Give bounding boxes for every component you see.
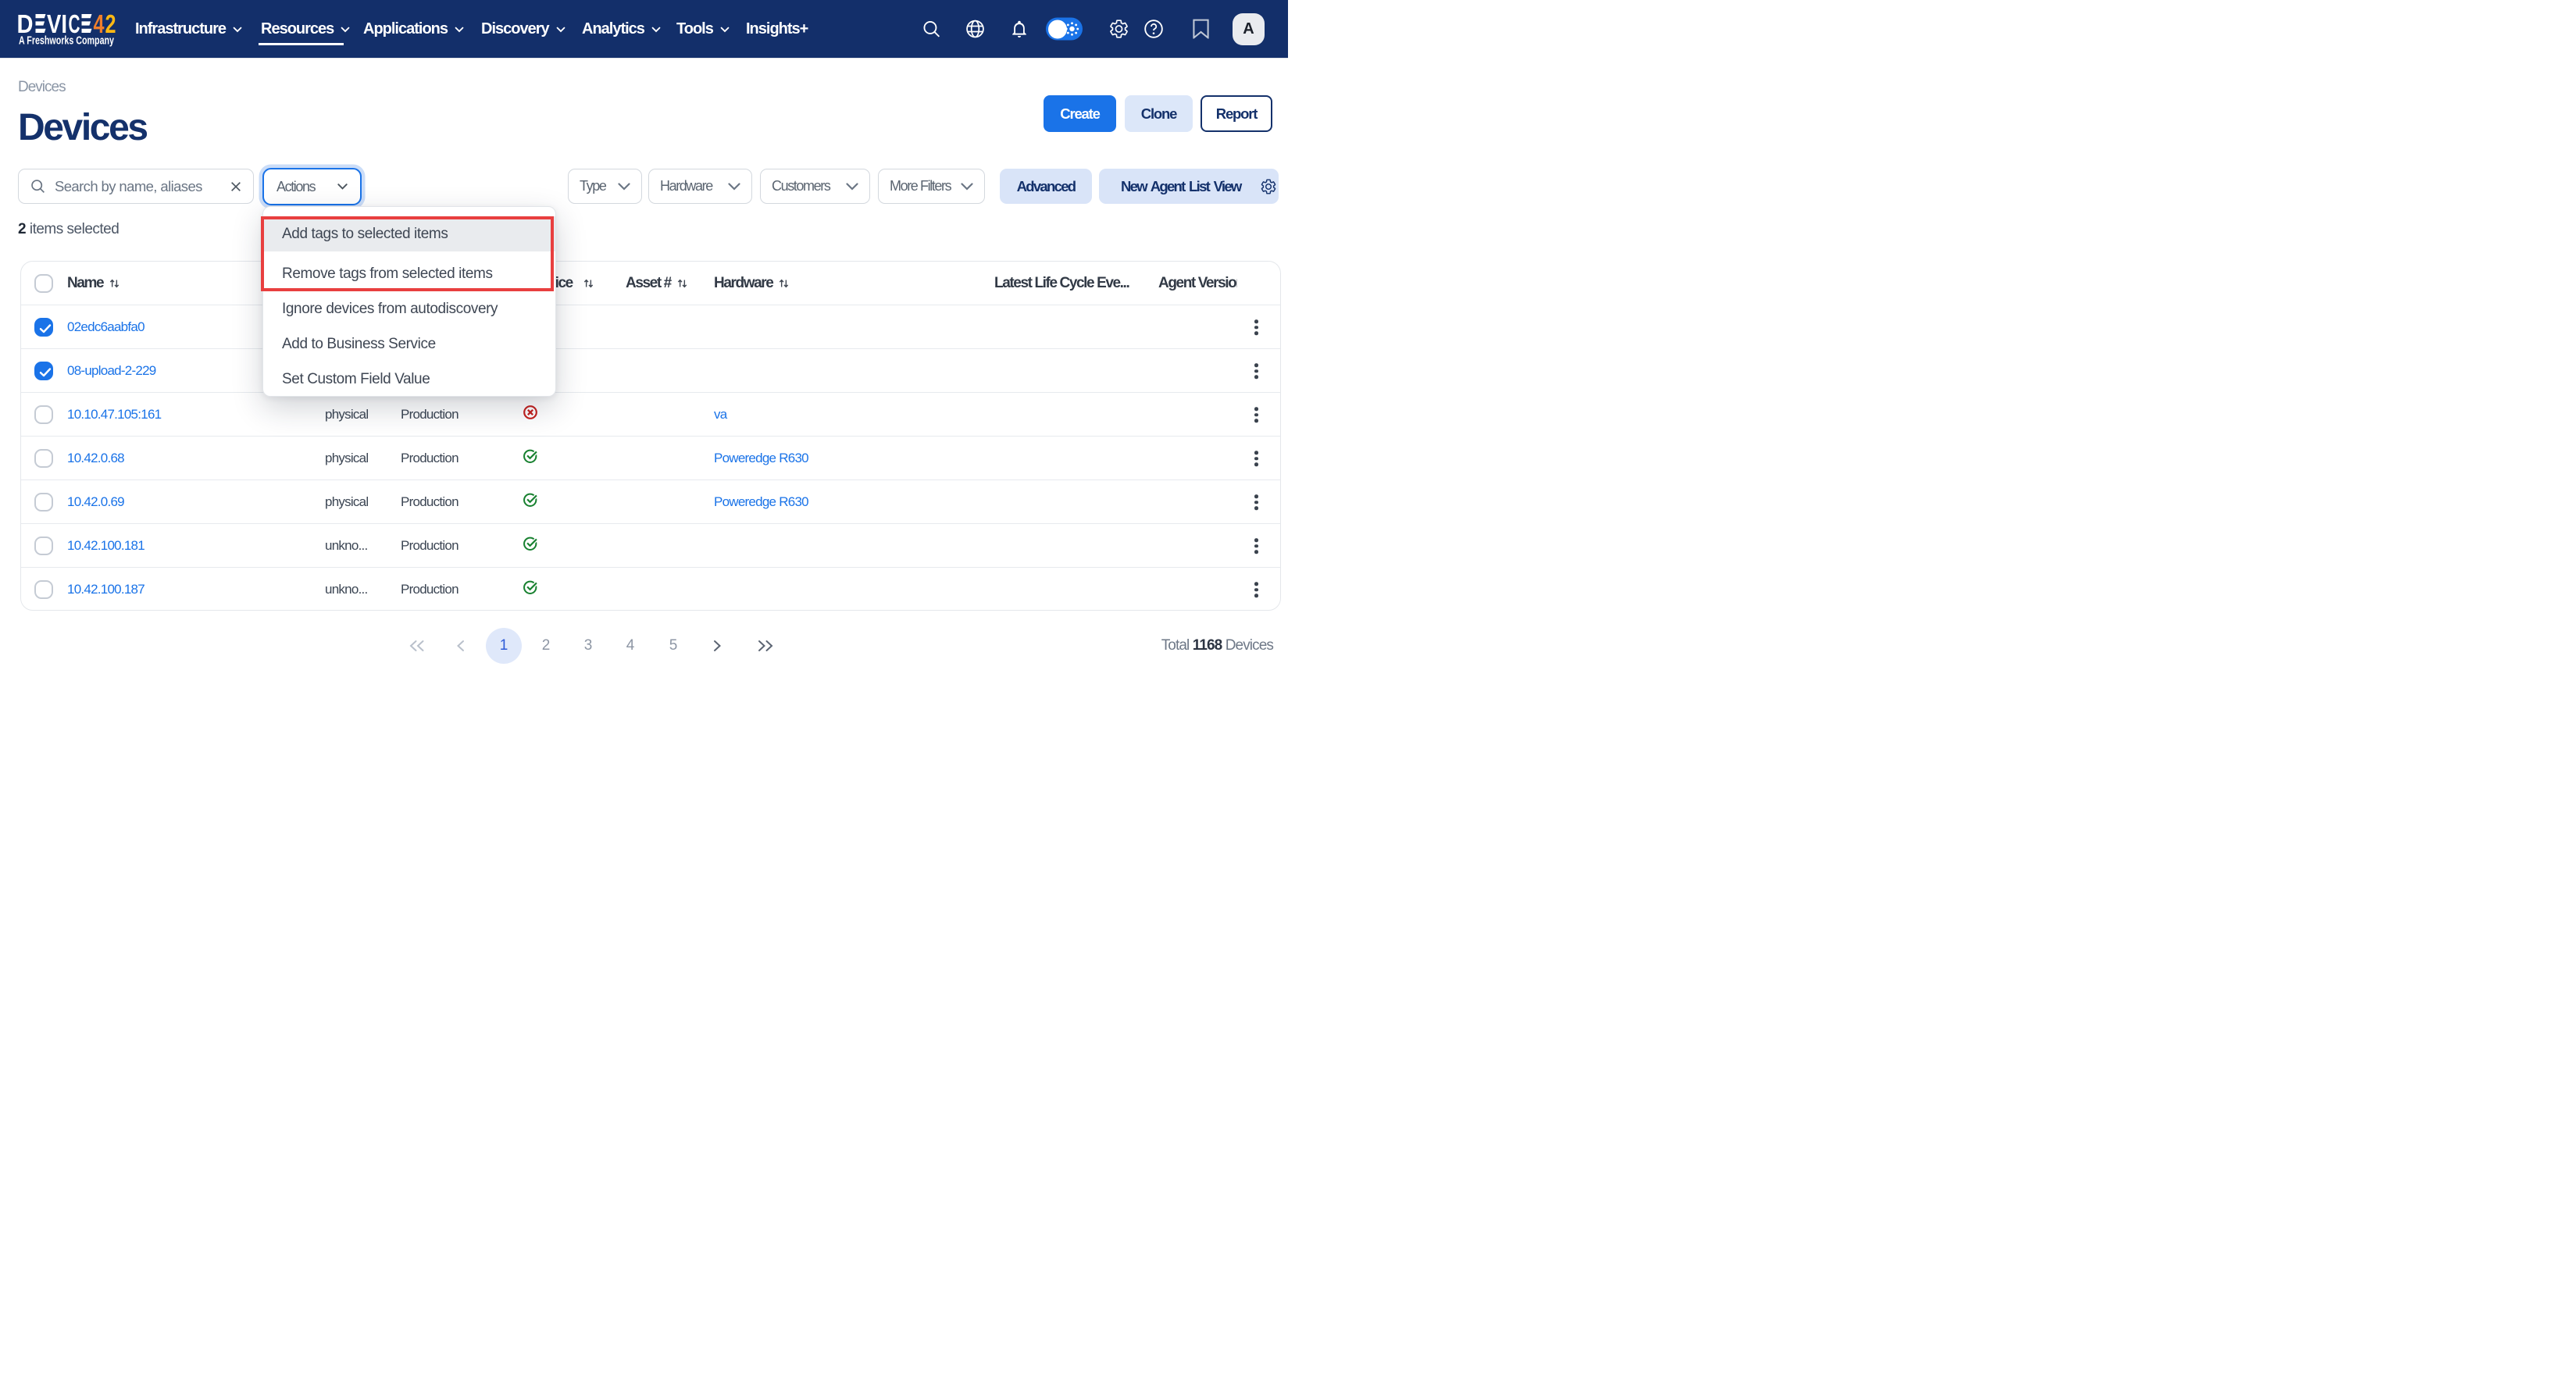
svg-text:A Freshworks Company: A Freshworks Company <box>19 35 114 48</box>
